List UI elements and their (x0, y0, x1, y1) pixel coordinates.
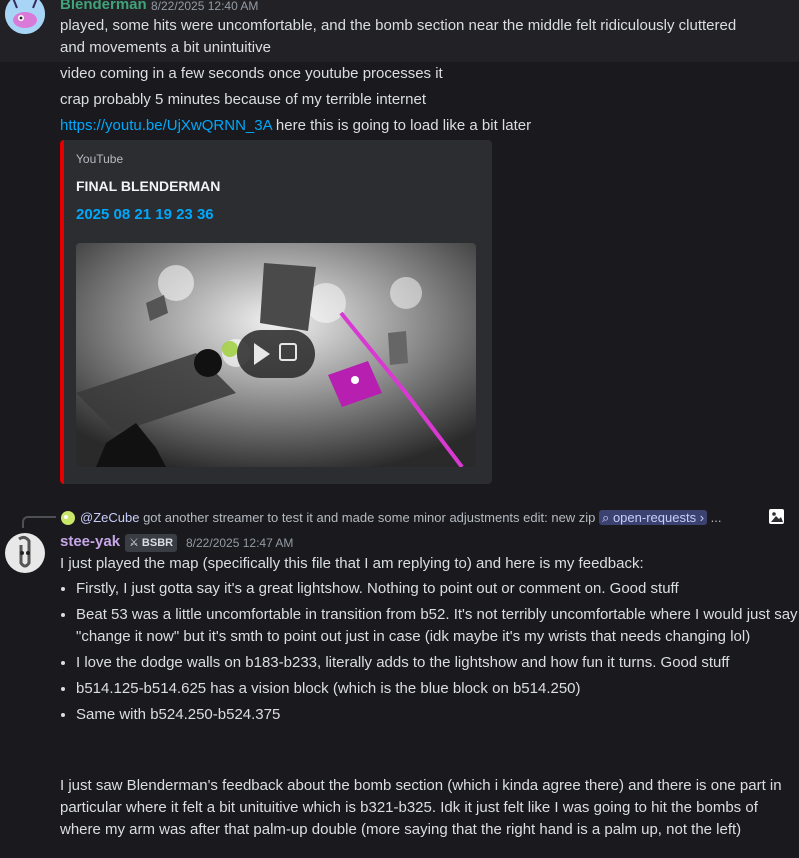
play-button[interactable] (237, 330, 315, 378)
message-line: I just played the map (specifically this… (60, 555, 644, 572)
reply-spine (22, 516, 56, 528)
channel-name: open-requests (612, 510, 697, 525)
message-paragraph: I just saw Blenderman's feedback about t… (60, 777, 782, 838)
feedback-list: Firstly, I just gotta say it's a great l… (60, 578, 799, 730)
video-thumbnail[interactable] (76, 243, 476, 467)
link-suffix-text: here this is going to load like a bit la… (271, 117, 532, 134)
reply-avatar[interactable] (60, 510, 76, 526)
badge-label: BSBR (141, 537, 174, 549)
chevron-right-icon: › (699, 510, 705, 525)
share-icon[interactable] (279, 343, 297, 361)
channel-link[interactable]: ⌕ open-requests › (599, 510, 708, 525)
reply-text: got another streamer to test it and made… (143, 510, 596, 525)
forum-channel-icon: ⌕ (602, 510, 613, 525)
role-badge[interactable]: ⚔ BSBR (125, 534, 178, 552)
youtube-embed: YouTube FINAL BLENDERMAN 2025 08 21 19 2… (60, 140, 492, 484)
list-item: I love the dodge walls on b183-b233, lit… (76, 652, 799, 674)
sword-icon: ⚔ (129, 537, 142, 549)
message-line: played, some hits were uncomfortable, an… (60, 17, 737, 34)
youtube-link[interactable]: https://youtu.be/UjXwQRNN_3A (60, 117, 272, 134)
embed-title[interactable]: 2025 08 21 19 23 36 (76, 206, 214, 223)
embed-author[interactable]: FINAL BLENDERMAN (76, 178, 220, 194)
timestamp: 8/22/2025 12:47 AM (186, 536, 294, 550)
play-icon[interactable] (254, 343, 270, 365)
username-stee-yak[interactable]: stee-yak (60, 533, 120, 550)
message-line: and movements a bit unintuitive (60, 39, 271, 56)
list-item: b514.125-b514.625 has a vision block (wh… (76, 678, 799, 700)
timestamp: 8/22/2025 12:40 AM (151, 0, 259, 13)
list-item: Beat 53 was a little uncomfortable in tr… (76, 604, 799, 648)
avatar-stee-yak[interactable] (5, 533, 45, 573)
message-line: video coming in a few seconds once youtu… (60, 65, 443, 82)
list-item: Firstly, I just gotta say it's a great l… (76, 578, 799, 600)
username-blenderman[interactable]: Blenderman (60, 0, 147, 13)
message-line: crap probably 5 minutes because of my te… (60, 91, 427, 108)
reply-mention[interactable]: @ZeCube (80, 510, 139, 525)
embed-provider[interactable]: YouTube (76, 152, 123, 166)
message-line: https://youtu.be/UjXwQRNN_3A here this i… (60, 115, 531, 137)
reply-preview[interactable]: @ZeCube got another streamer to test it … (80, 510, 722, 526)
reply-ellipsis: ... (710, 510, 722, 525)
list-item: Same with b524.250-b524.375 (76, 704, 799, 726)
avatar-image (5, 533, 45, 573)
image-icon[interactable] (768, 508, 785, 525)
